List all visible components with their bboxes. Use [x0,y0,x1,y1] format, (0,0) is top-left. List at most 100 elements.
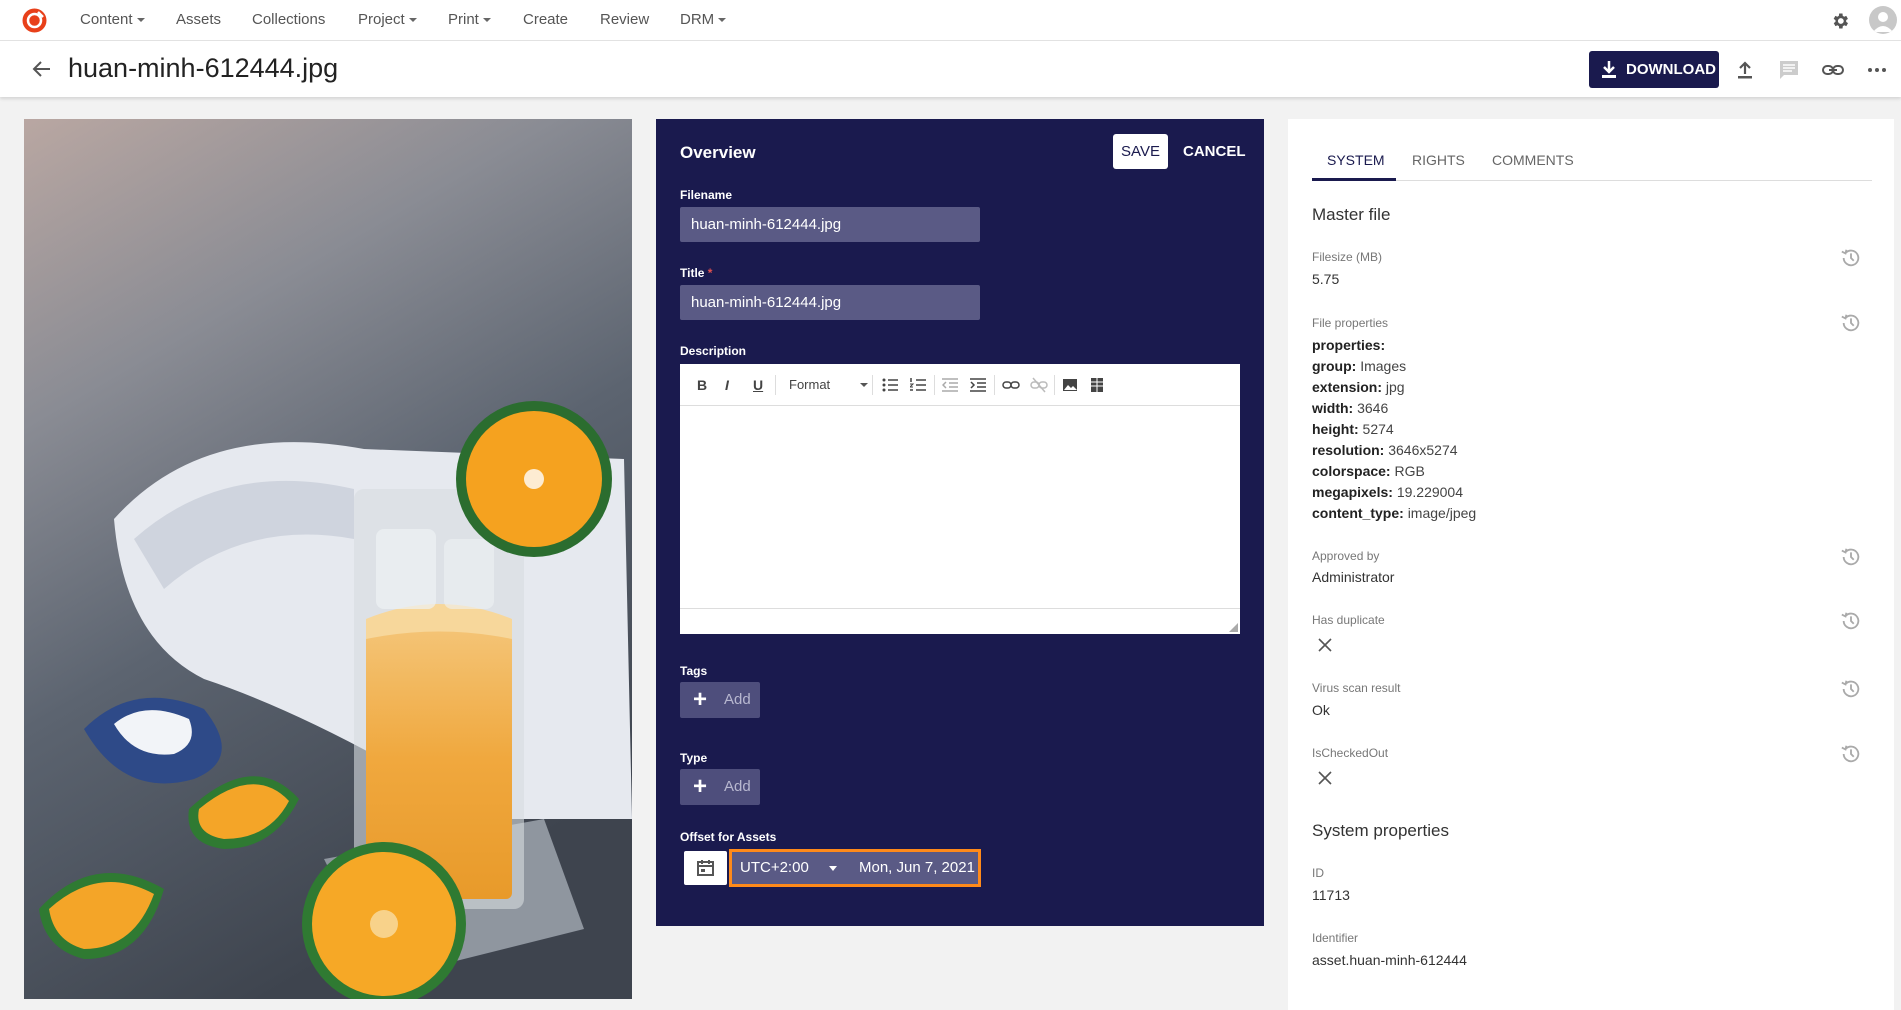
comment-icon[interactable] [1777,58,1801,82]
top-nav: Content Assets Collections Project Print… [0,0,1901,41]
description-editor[interactable]: B I U Format [680,364,1240,634]
link-icon[interactable] [1821,58,1845,82]
has-duplicate-label: Has duplicate [1312,613,1385,627]
toolbar-divider [994,375,995,395]
nav-drm[interactable]: DRM [680,0,727,40]
nav-content[interactable]: Content [80,0,145,40]
kv-row: properties: [1312,335,1476,356]
italic-button[interactable]: I [725,377,729,393]
underline-button[interactable]: U [753,377,763,393]
kv-row: colorspace: RGB [1312,461,1476,482]
page-title: huan-minh-612444.jpg [68,53,339,83]
add-tag-button[interactable]: + Add [680,682,760,718]
kv-value: 3646x5274 [1388,442,1458,458]
description-label: Description [680,344,747,358]
file-properties-list: properties: group: Images extension: jpg… [1312,335,1476,524]
kv-key: properties: [1312,337,1386,353]
add-label: Add [724,691,751,708]
nav-print[interactable]: Print [448,0,491,40]
history-icon[interactable] [1840,678,1862,700]
approved-by-value: Administrator [1312,569,1395,585]
unlink-icon[interactable] [1030,377,1048,393]
editor-statusbar [680,608,1240,634]
tab-rights[interactable]: RIGHTS [1412,152,1465,168]
add-type-button[interactable]: + Add [680,769,760,805]
tab-divider [1312,180,1872,181]
filesize-label: Filesize (MB) [1312,250,1383,264]
more-icon[interactable] [1865,58,1889,82]
format-select[interactable]: Format [789,377,830,392]
resize-handle[interactable] [1229,623,1238,632]
upload-icon[interactable] [1733,58,1757,82]
numbered-list-icon[interactable] [910,377,926,393]
tab-system[interactable]: SYSTEM [1327,152,1385,168]
plus-icon: + [693,773,708,800]
history-icon[interactable] [1840,743,1862,765]
active-tab-indicator [1312,178,1396,181]
calendar-button[interactable] [684,851,727,885]
history-icon[interactable] [1840,312,1862,334]
outdent-icon[interactable] [942,377,958,393]
plus-icon: + [693,686,708,713]
chevron-down-icon [829,866,837,871]
nav-label: Print [448,11,479,28]
kv-value: 5274 [1362,421,1394,437]
virus-scan-value: Ok [1312,702,1330,718]
virus-scan-label: Virus scan result [1312,681,1401,695]
identifier-label: Identifier [1312,931,1359,945]
filename-label: Filename [680,188,733,202]
bold-button[interactable]: B [697,377,707,393]
kv-key: content_type: [1312,505,1404,521]
nav-project[interactable]: Project [358,0,417,40]
toolbar-divider [872,375,873,395]
chevron-down-icon [718,18,727,23]
is-checked-out-label: IsCheckedOut [1312,746,1389,760]
nav-create[interactable]: Create [523,0,568,40]
kv-value: 3646 [1357,400,1389,416]
cancel-button[interactable]: CANCEL [1183,134,1246,169]
tags-label: Tags [680,664,708,678]
nav-label: Assets [176,11,222,28]
kv-row: content_type: image/jpeg [1312,503,1476,524]
id-label: ID [1312,866,1324,880]
gear-icon[interactable] [1830,11,1850,31]
overview-panel: Overview SAVE CANCEL Filename huan-minh-… [656,119,1264,926]
kv-value: jpg [1385,379,1405,395]
chevron-down-icon [860,383,868,387]
indent-icon[interactable] [970,377,986,393]
nav-label: Project [358,11,405,28]
nav-assets[interactable]: Assets [176,0,221,40]
avatar[interactable] [1869,6,1897,34]
timezone-date-picker[interactable]: UTC+2:00 Mon, Jun 7, 2021 [729,849,981,887]
download-label: DOWNLOAD [1626,61,1716,78]
kv-value: Images [1360,358,1407,374]
history-icon[interactable] [1840,546,1862,568]
kv-key: width: [1312,400,1354,416]
asset-preview-image[interactable] [24,119,632,999]
chevron-down-icon [136,18,145,23]
nav-label: Collections [252,11,326,28]
table-icon[interactable] [1090,377,1104,393]
filename-field[interactable]: huan-minh-612444.jpg [680,207,980,242]
save-button[interactable]: SAVE [1113,134,1168,169]
master-file-title: Master file [1312,205,1391,224]
tab-comments[interactable]: COMMENTS [1492,152,1574,168]
link-icon[interactable] [1002,377,1020,393]
kv-key: group: [1312,358,1357,374]
image-icon[interactable] [1062,377,1078,393]
overview-title: Overview [680,143,756,162]
timezone-select[interactable]: UTC+2:00 [740,852,809,884]
kv-key: megapixels: [1312,484,1393,500]
bullet-list-icon[interactable] [882,377,898,393]
nav-collections[interactable]: Collections [252,0,325,40]
history-icon[interactable] [1840,247,1862,269]
download-button[interactable]: DOWNLOAD [1589,51,1719,88]
app-logo-icon[interactable] [22,8,47,33]
kv-row: group: Images [1312,356,1476,377]
date-input[interactable]: Mon, Jun 7, 2021 [859,852,975,884]
back-arrow-icon[interactable] [30,57,54,81]
nav-review[interactable]: Review [600,0,649,40]
nav-label: DRM [680,11,715,28]
title-field[interactable]: huan-minh-612444.jpg [680,285,980,320]
history-icon[interactable] [1840,610,1862,632]
